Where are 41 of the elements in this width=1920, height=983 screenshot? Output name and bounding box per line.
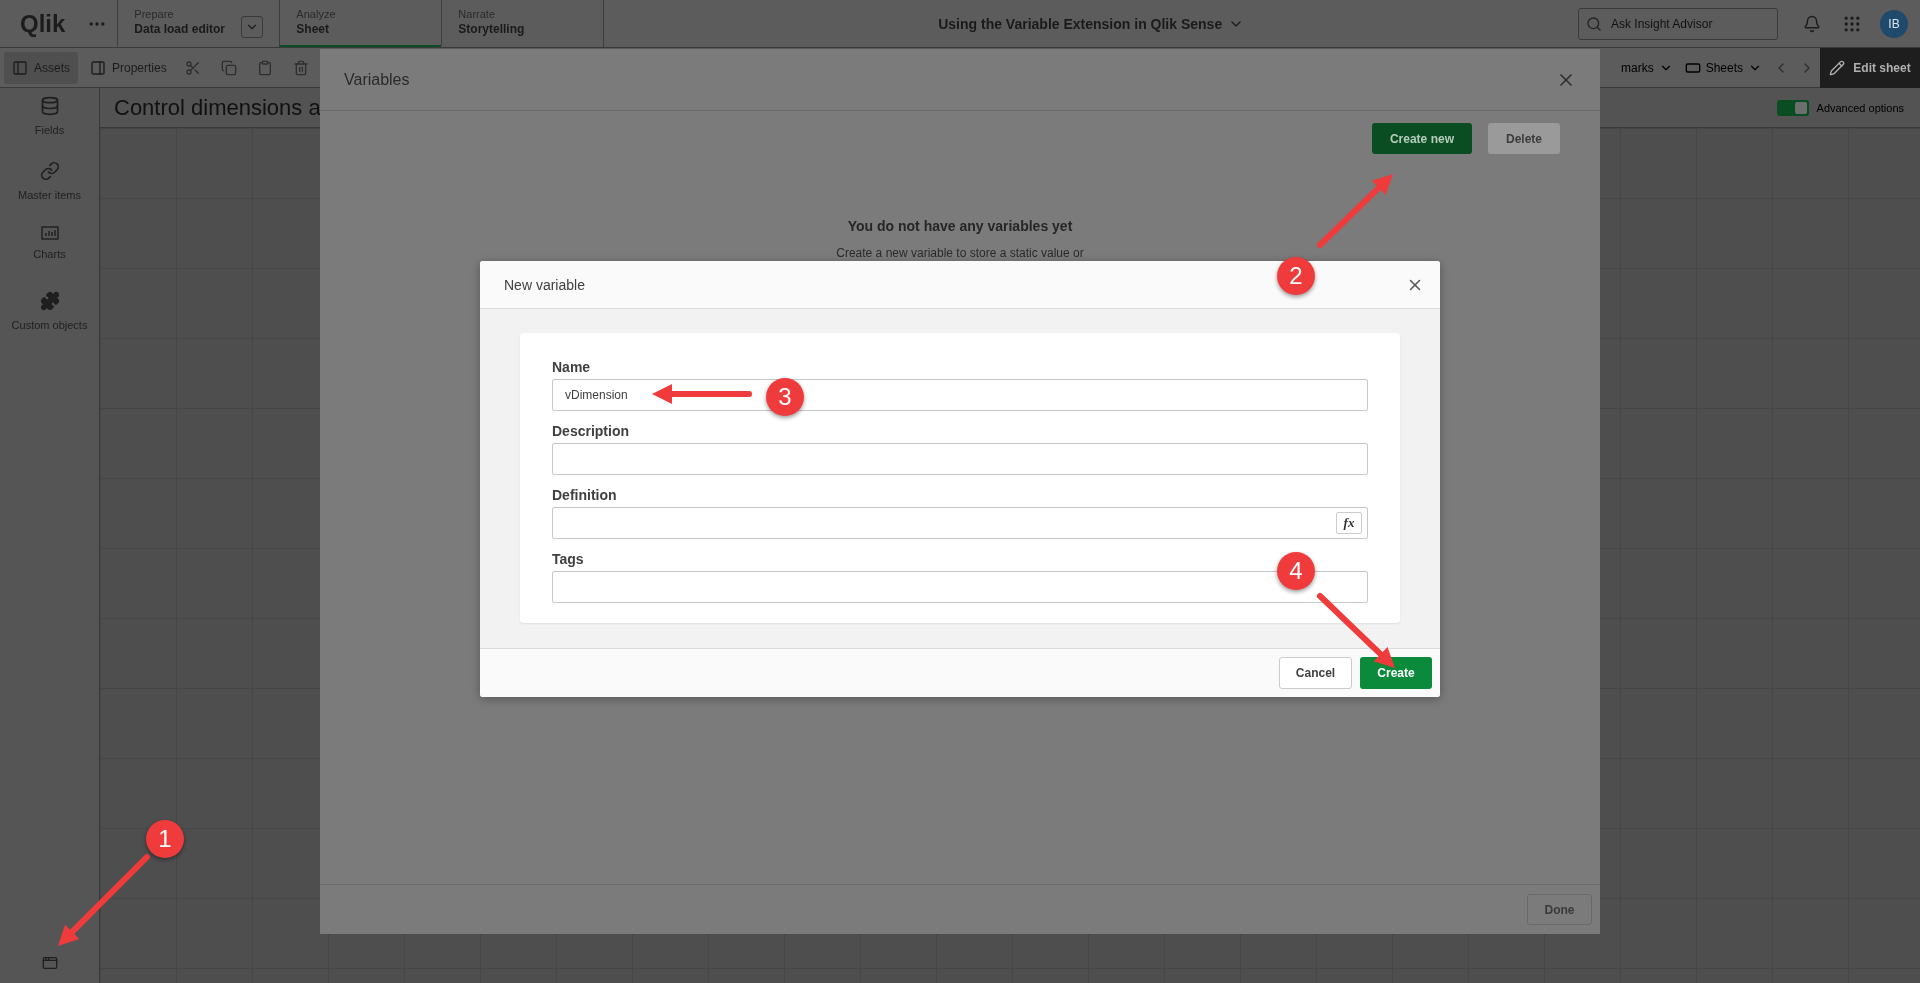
field-label: Tags [552, 551, 585, 567]
create-button[interactable]: Create [1360, 657, 1432, 689]
expression-button[interactable]: fx [1336, 512, 1362, 534]
panel-right-icon [90, 59, 106, 76]
puzzle-icon [39, 291, 60, 311]
panel-left-icon [12, 59, 28, 76]
bookmarks-menu[interactable]: marks [1614, 55, 1679, 80]
search-field[interactable]: Ask Insight Advisor [1578, 7, 1778, 40]
sheet-title: Control dimensions a [114, 94, 321, 121]
field-label: Description [552, 423, 630, 439]
search-icon [1586, 15, 1602, 32]
dropdown-button[interactable] [241, 15, 264, 38]
link-icon [39, 161, 60, 181]
empty-state-text: Create a new variable to store a static value or [835, 246, 1085, 260]
edit-sheet-button[interactable]: Edit sheet [1820, 47, 1920, 88]
panel-toggle-button[interactable]: Properties [82, 51, 175, 84]
bell-icon[interactable] [1803, 14, 1821, 33]
done-button[interactable]: Done [1527, 894, 1592, 925]
trash-icon[interactable] [292, 59, 309, 76]
cancel-button[interactable]: Cancel [1279, 657, 1352, 689]
field-label: Definition [552, 487, 618, 503]
scissors-icon[interactable] [184, 59, 201, 76]
field-label: Name [552, 359, 592, 375]
copy-icon[interactable] [220, 59, 237, 76]
input-field[interactable] [552, 443, 1368, 475]
user-avatar[interactable]: IB [1880, 9, 1908, 38]
database-icon [39, 96, 60, 116]
input-field[interactable] [552, 507, 1368, 539]
clipboard-icon[interactable] [256, 59, 273, 76]
qlik-logo: Qlik [20, 9, 66, 38]
pencil-icon [1829, 59, 1846, 76]
dialog-title: Variables [344, 70, 410, 89]
sheets-menu[interactable]: Sheets [1678, 55, 1768, 80]
app-title[interactable]: Using the Variable Extension in Qlik Sense [938, 15, 1223, 32]
toggle-label: Advanced options [1816, 101, 1904, 114]
create-new-button[interactable]: Create new [1371, 123, 1472, 154]
empty-state-title: You do not have any variables yet [846, 218, 1074, 234]
window-icon[interactable] [41, 955, 58, 971]
toggle-switch[interactable] [1776, 99, 1809, 116]
dialog-title: New variable [504, 276, 585, 293]
bar-chart-icon [40, 226, 59, 240]
